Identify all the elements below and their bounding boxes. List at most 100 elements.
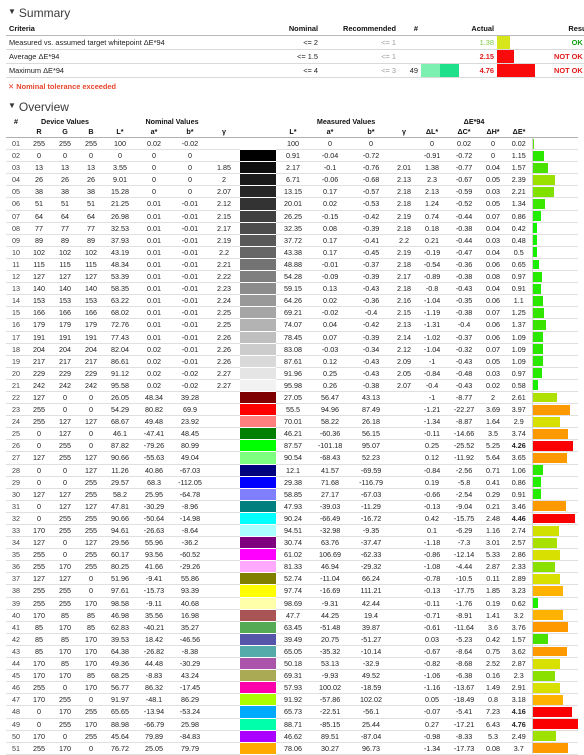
measured-gamma xyxy=(392,149,417,163)
table-row: 43 85 170 170 64.38 -26.82 -8.38 65.05 -35.32 -10… xyxy=(6,645,579,659)
delta-c: -0.52 xyxy=(448,197,481,211)
delta-e: 4.16 xyxy=(506,705,533,719)
nominal-a: -26.63 xyxy=(136,524,172,538)
measured-l: 37.72 xyxy=(276,234,311,247)
device-r: 64 xyxy=(26,210,52,223)
measured-b: -87.04 xyxy=(350,730,393,743)
delta-c: -4.44 xyxy=(448,560,481,574)
color-swatch xyxy=(240,633,277,646)
measured-gamma: 2.18 xyxy=(392,222,417,235)
collapse-triangle-icon[interactable]: ▼ xyxy=(8,102,16,110)
nominal-l: 49.36 xyxy=(104,657,136,671)
delta-c: -6.29 xyxy=(448,524,481,538)
table-row: 18 204 204 204 82.04 0.02 -0.01 2.26 83.08 -0.03-… xyxy=(6,343,579,356)
delta-l: -0.13 xyxy=(416,584,449,598)
row-index: 02 xyxy=(6,149,26,163)
color-swatch xyxy=(240,185,277,199)
nominal-l: 26.05 xyxy=(104,391,136,405)
nominal-a: -30.29 xyxy=(136,500,172,513)
row-index: 16 xyxy=(6,318,26,332)
nominal-a: 80.82 xyxy=(136,403,172,417)
device-r: 102 xyxy=(26,246,52,259)
delta-l: -0.4 xyxy=(416,379,449,392)
nominal-b: 80.99 xyxy=(172,439,208,453)
delta-l: 0.42 xyxy=(416,512,449,526)
device-g: 255 xyxy=(52,693,78,707)
measured-a: -32.98 xyxy=(310,524,351,538)
summary-table: Criteria Nominal Recommended # Actual Re… xyxy=(6,23,584,78)
summary-actual-bar xyxy=(497,49,535,64)
device-b: 255 xyxy=(78,524,104,538)
measured-l: 39.49 xyxy=(276,633,311,646)
overview-section-header[interactable]: ▼ Overview xyxy=(8,100,578,114)
color-swatch xyxy=(240,548,277,562)
measured-gamma xyxy=(392,597,417,610)
measured-l: 27.05 xyxy=(276,391,311,405)
measured-gamma xyxy=(392,536,417,550)
color-swatch xyxy=(240,584,277,598)
measured-a: 30.27 xyxy=(310,742,351,755)
nominal-l: 46.1 xyxy=(104,427,136,441)
summary-cell-result: NOT OK ✕ xyxy=(535,49,584,64)
table-row: 38 255 255 0 97.61 -15.73 93.39 97.74 -16.69 111.… xyxy=(6,584,579,598)
nominal-gamma xyxy=(208,657,241,671)
measured-b: -0.45 xyxy=(350,246,393,259)
measured-gamma xyxy=(392,742,417,755)
collapse-triangle-icon[interactable]: ▼ xyxy=(8,8,16,16)
measured-l: 59.15 xyxy=(276,282,311,296)
delta-l: -0.8 xyxy=(416,282,449,296)
row-index: 07 xyxy=(6,210,26,223)
device-g: 0 xyxy=(52,464,78,477)
table-row: 04 26 26 26 9.01 0 0 2 6.71 -0.06 -0.68 2.13 2.3 -0.6… xyxy=(6,173,579,187)
delta-e: 0.5 xyxy=(506,246,533,259)
delta-e-bar xyxy=(531,415,579,429)
nominal-gamma xyxy=(208,439,241,453)
summary-section-header[interactable]: ▼ Summary xyxy=(8,6,578,20)
device-r: 0 xyxy=(26,427,52,441)
delta-l: -0.54 xyxy=(416,258,449,272)
measured-gamma: 2.16 xyxy=(392,294,417,308)
nominal-l: 86.61 xyxy=(104,355,136,368)
summary-actual-bar xyxy=(497,63,535,78)
measured-l: 98.69 xyxy=(276,597,311,610)
overview-col-6: b* xyxy=(172,127,208,138)
measured-b: 26.18 xyxy=(350,415,393,429)
nominal-b: 69.9 xyxy=(172,403,208,417)
nominal-b: -112.05 xyxy=(172,476,208,489)
nominal-b: -0.01 xyxy=(172,331,208,344)
color-swatch xyxy=(240,609,277,622)
row-index: 30 xyxy=(6,488,26,501)
measured-gamma: 2.19 xyxy=(392,246,417,259)
table-row: 44 170 85 170 49.36 44.48 -30.29 50.18 53.13 -32.… xyxy=(6,657,579,671)
row-index: 05 xyxy=(6,185,26,199)
device-b: 229 xyxy=(78,367,104,380)
row-index: 48 xyxy=(6,705,26,719)
delta-e-bar xyxy=(531,282,579,296)
measured-b: 49.52 xyxy=(350,669,393,683)
delta-c: -0.48 xyxy=(448,367,481,380)
table-row: 46 255 0 170 56.77 86.32 -17.45 57.93 100.02 -18.… xyxy=(6,681,579,695)
device-r: 153 xyxy=(26,294,52,308)
nominal-l: 63.22 xyxy=(104,294,136,308)
measured-gamma: 2.17 xyxy=(392,270,417,284)
delta-h: 0 xyxy=(480,137,507,151)
nominal-gamma xyxy=(208,488,241,501)
delta-e: 4.26 xyxy=(506,439,533,453)
device-r: 140 xyxy=(26,282,52,296)
delta-e: 1.57 xyxy=(506,161,533,175)
delta-c: -5.8 xyxy=(448,476,481,489)
measured-a: 0.04 xyxy=(310,318,351,332)
device-r: 242 xyxy=(26,379,52,392)
delta-c: -0.77 xyxy=(448,161,481,175)
nominal-gamma: 2 xyxy=(208,173,241,187)
color-swatch xyxy=(240,270,277,284)
measured-l: 6.71 xyxy=(276,173,311,187)
delta-c: -0.38 xyxy=(448,270,481,284)
delta-e-bar xyxy=(531,621,579,634)
overview-col-9: L* xyxy=(276,127,311,138)
color-swatch xyxy=(240,512,277,526)
device-b: 0 xyxy=(78,149,104,163)
delta-h: 5.3 xyxy=(480,730,507,743)
nominal-gamma xyxy=(208,391,241,405)
delta-c: -8.33 xyxy=(448,730,481,743)
